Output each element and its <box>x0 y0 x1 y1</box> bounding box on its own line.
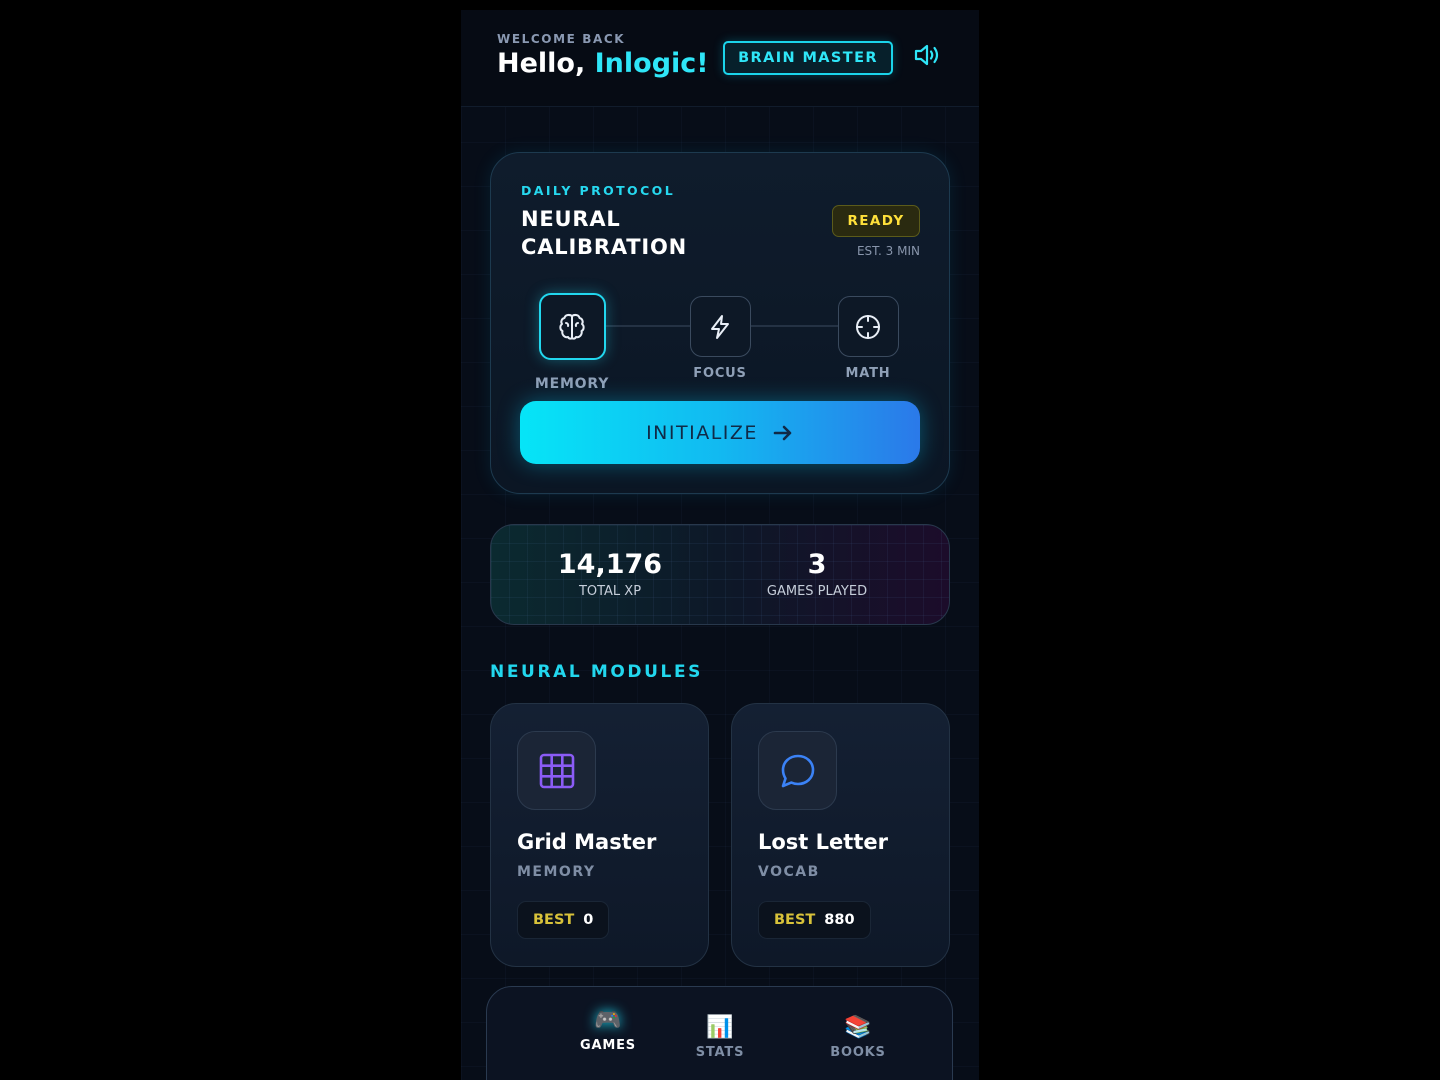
greeting-prefix: Hello, <box>497 48 595 79</box>
module-name: Lost Letter <box>758 830 888 854</box>
module-name: Grid Master <box>517 830 657 854</box>
chat-bubble-icon <box>758 731 837 810</box>
stage-label: MEMORY <box>534 376 610 392</box>
gamepad-icon: 🎮 <box>594 1008 622 1033</box>
module-card-lost-letter[interactable]: Lost Letter VOCAB BEST 880 <box>731 703 950 967</box>
stage-math[interactable]: MATH <box>823 296 913 381</box>
arrow-right-icon <box>773 425 792 440</box>
rank-badge[interactable]: BRAIN MASTER <box>723 41 893 75</box>
xp-label: TOTAL XP <box>578 584 642 599</box>
nav-stats[interactable]: 📊 STATS <box>665 1014 775 1060</box>
brain-icon <box>538 293 606 360</box>
lightning-icon <box>689 296 751 357</box>
bar-chart-icon: 📊 <box>706 1015 734 1040</box>
games-played-stat: 3 GAMES PLAYED <box>717 549 917 599</box>
best-value: 0 <box>583 912 594 928</box>
best-score-badge: BEST 880 <box>758 901 871 939</box>
total-xp-stat: 14,176 TOTAL XP <box>510 549 710 599</box>
module-card-grid-master[interactable]: Grid Master MEMORY BEST 0 <box>490 703 709 967</box>
daily-protocol-card: DAILY PROTOCOL NEURAL CALIBRATION READY … <box>490 152 950 494</box>
nav-label: STATS <box>695 1045 745 1060</box>
section-title: NEURAL MODULES <box>490 662 704 682</box>
user-name: Inlogic! <box>594 48 709 79</box>
games-value: 3 <box>807 549 827 580</box>
welcome-label: WELCOME BACK <box>497 32 626 46</box>
top-header: WELCOME BACK Hello, Inlogic! BRAIN MASTE… <box>461 10 979 107</box>
stage-focus[interactable]: FOCUS <box>675 296 765 381</box>
stage-label: FOCUS <box>693 366 747 381</box>
bottom-navigation: 🎮 GAMES 📊 STATS 📚 BOOKS <box>486 986 953 1080</box>
initialize-button[interactable]: INITIALIZE <box>520 401 920 464</box>
speaker-volume-icon[interactable] <box>913 42 943 68</box>
crosshair-icon <box>837 296 899 357</box>
stage-label: MATH <box>845 366 891 381</box>
status-badge: READY <box>832 205 920 237</box>
app-screen: WELCOME BACK Hello, Inlogic! BRAIN MASTE… <box>461 10 979 1080</box>
stage-memory[interactable]: MEMORY <box>527 293 617 392</box>
daily-kicker: DAILY PROTOCOL <box>521 183 676 198</box>
nav-label: GAMES <box>580 1038 636 1053</box>
nav-label: BOOKS <box>830 1045 886 1060</box>
xp-value: 14,176 <box>557 549 663 580</box>
books-icon: 📚 <box>844 1015 872 1040</box>
greeting: Hello, Inlogic! <box>497 48 709 79</box>
best-value: 880 <box>824 912 855 928</box>
module-category: VOCAB <box>758 864 820 880</box>
games-label: GAMES PLAYED <box>766 584 868 599</box>
grid-icon <box>517 731 596 810</box>
best-label: BEST <box>774 912 816 928</box>
best-score-badge: BEST 0 <box>517 901 610 939</box>
nav-books[interactable]: 📚 BOOKS <box>803 1014 913 1060</box>
best-label: BEST <box>533 912 575 928</box>
module-category: MEMORY <box>517 864 596 880</box>
initialize-label: INITIALIZE <box>646 421 758 444</box>
daily-title: NEURAL CALIBRATION <box>521 207 688 259</box>
nav-games[interactable]: 🎮 GAMES <box>553 1007 663 1053</box>
time-estimate: EST. 3 MIN <box>856 244 920 258</box>
stats-summary: 14,176 TOTAL XP 3 GAMES PLAYED <box>490 524 950 625</box>
